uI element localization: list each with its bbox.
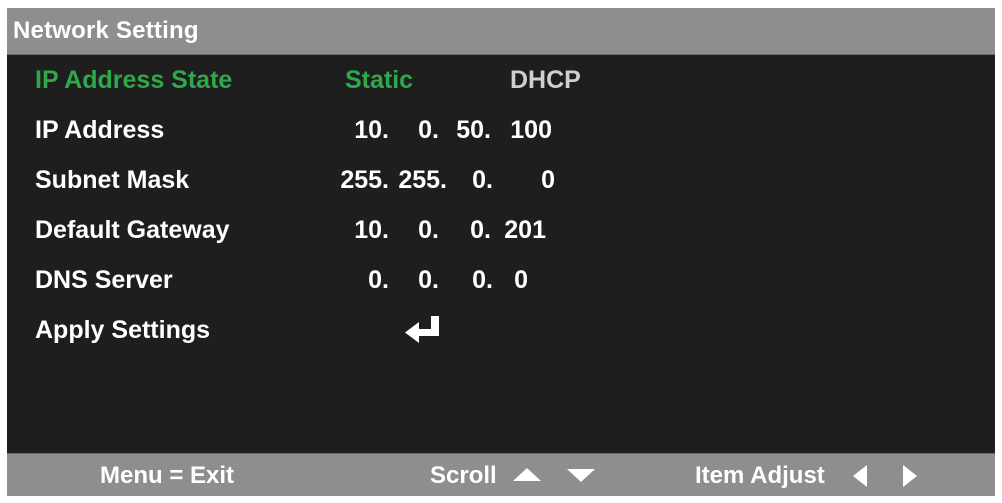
subnet-mask-octet-3[interactable]: 0. (433, 166, 493, 195)
dns-server-octet-2[interactable]: 0. (379, 266, 439, 295)
footer-bar: Menu = Exit Scroll Item Adjust (7, 453, 995, 496)
dns-server-label[interactable]: DNS Server (35, 266, 173, 295)
default-gateway-octet-2[interactable]: 0. (379, 216, 439, 245)
right-triangle-icon (903, 465, 917, 487)
menu-exit-hint: Menu = Exit (100, 462, 235, 489)
menu-title: Network Setting (13, 17, 199, 44)
enter-icon[interactable] (403, 314, 443, 348)
network-setting-menu: Network Setting IP Address State Static … (7, 8, 995, 496)
left-triangle-icon (853, 465, 867, 487)
subnet-mask-octet-1[interactable]: 255. (329, 166, 389, 195)
option-dhcp[interactable]: DHCP (510, 66, 581, 95)
default-gateway-octet-4[interactable]: 201 (486, 216, 546, 245)
option-static[interactable]: Static (345, 66, 413, 95)
default-gateway-label[interactable]: Default Gateway (35, 216, 230, 245)
down-triangle-icon (567, 469, 595, 482)
item-adjust-hint: Item Adjust (695, 462, 825, 489)
ip-address-label[interactable]: IP Address (35, 116, 164, 145)
apply-settings-label[interactable]: Apply Settings (35, 316, 210, 345)
default-gateway-octet-3[interactable]: 0. (431, 216, 491, 245)
ip-address-octet-3[interactable]: 50. (431, 116, 491, 145)
ip-address-octet-4[interactable]: 100 (492, 116, 552, 145)
ip-address-octet-2[interactable]: 0. (379, 116, 439, 145)
subnet-mask-octet-4[interactable]: 0 (495, 166, 555, 195)
title-bar: Network Setting (7, 8, 995, 55)
subnet-mask-label[interactable]: Subnet Mask (35, 166, 189, 195)
dns-server-octet-4[interactable]: 0 (468, 266, 528, 295)
ip-address-state-label[interactable]: IP Address State (35, 66, 232, 95)
up-triangle-icon (513, 468, 541, 481)
scroll-hint: Scroll (430, 462, 497, 489)
